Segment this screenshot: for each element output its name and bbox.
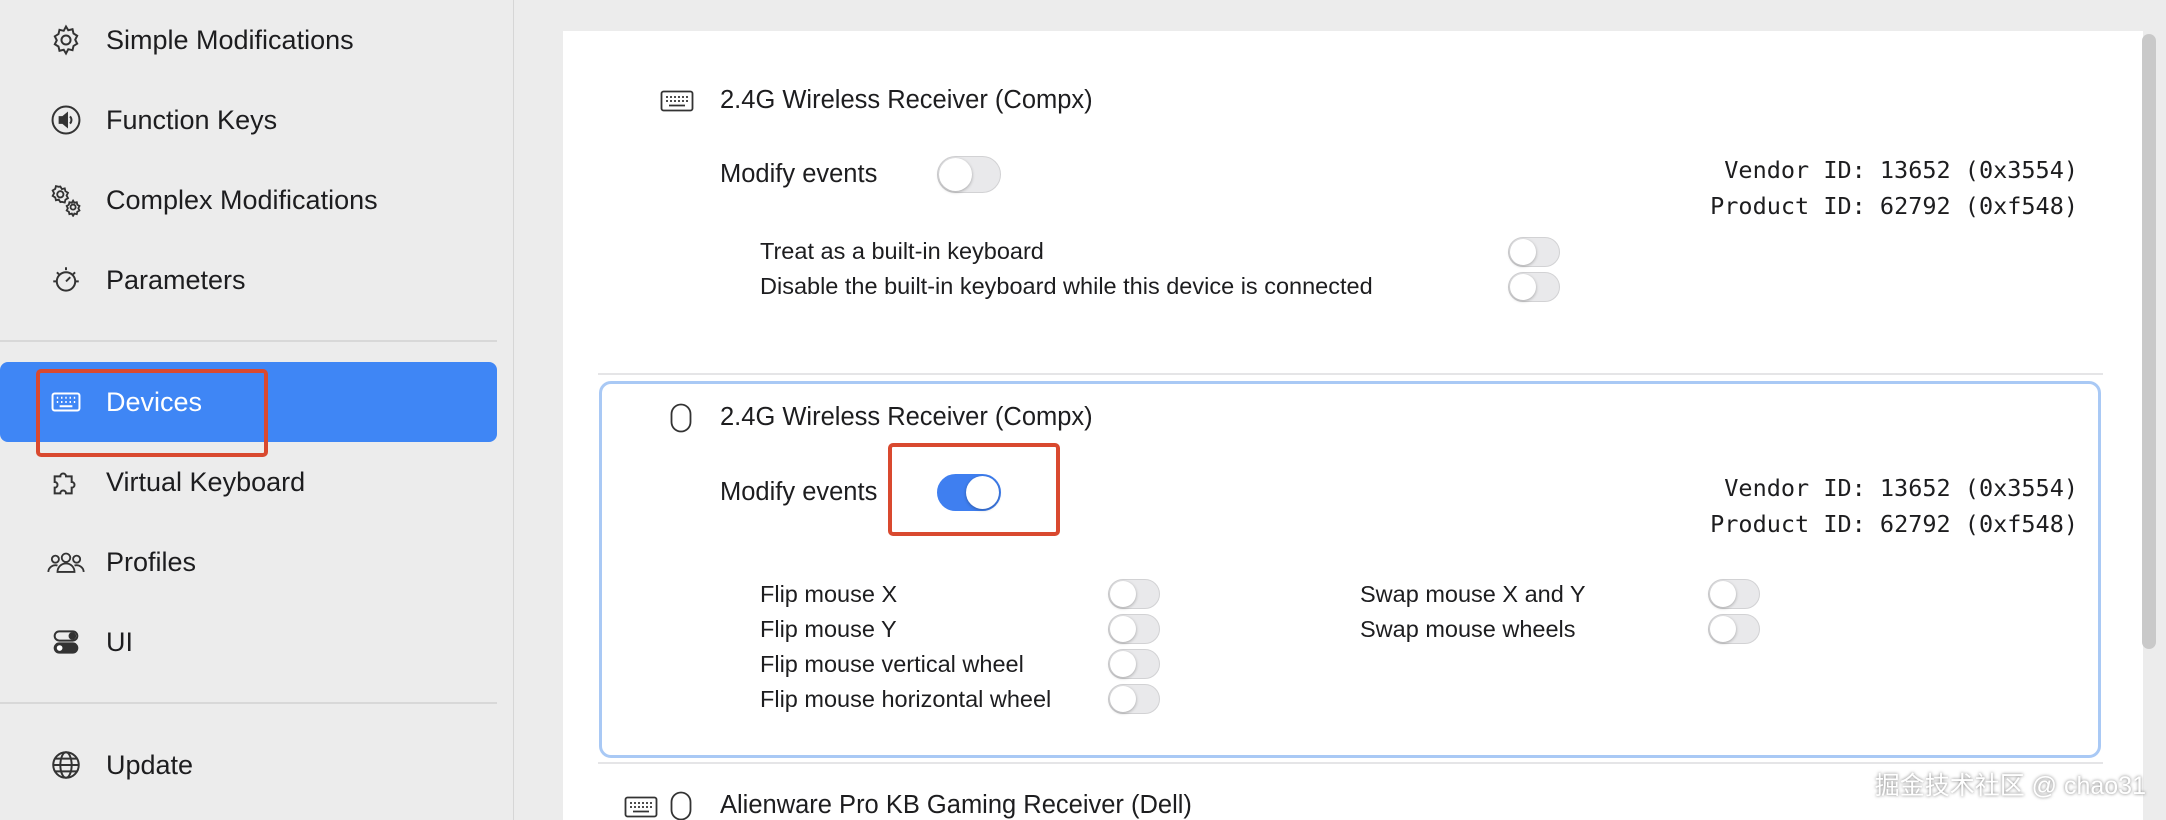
- mouse-icon: [670, 791, 692, 820]
- vendor-id: Vendor ID: 13652 (0x3554): [1724, 156, 2078, 184]
- gears-icon: [46, 180, 86, 220]
- sidebar-item-label: Function Keys: [106, 104, 278, 135]
- sidebar-item-label: Virtual Keyboard: [106, 466, 306, 497]
- modify-events-label: Modify events: [720, 160, 878, 188]
- sidebar-item-profiles[interactable]: Profiles: [0, 522, 497, 602]
- sidebar-item-label: Profiles: [106, 546, 197, 577]
- flip-mouse-y-toggle[interactable]: [1108, 614, 1160, 644]
- sidebar-item-update[interactable]: Update: [0, 725, 497, 805]
- device-name: 2.4G Wireless Receiver (Compx): [720, 86, 1093, 114]
- annotation-highlight-toggle: [888, 443, 1060, 536]
- option-label: Swap mouse X and Y: [1360, 581, 1586, 607]
- mouse-icon: [670, 403, 692, 433]
- gear-icon: [46, 20, 86, 60]
- keyboard-icon: [660, 90, 694, 112]
- option-label: Flip mouse vertical wheel: [760, 651, 1024, 677]
- device-divider: [598, 373, 2103, 375]
- sidebar-item-label: Parameters: [106, 264, 246, 295]
- device-name: Alienware Pro KB Gaming Receiver (Dell): [720, 791, 1192, 819]
- annotation-highlight-devices: [36, 369, 268, 457]
- sidebar-item-function-keys[interactable]: Function Keys: [0, 80, 497, 160]
- sidebar-item-parameters[interactable]: Parameters: [0, 240, 497, 320]
- flip-mouse-vertical-wheel-toggle[interactable]: [1108, 649, 1160, 679]
- device-name: 2.4G Wireless Receiver (Compx): [720, 403, 1093, 431]
- option-label: Flip mouse X: [760, 581, 898, 607]
- flip-mouse-horizontal-wheel-toggle[interactable]: [1108, 684, 1160, 714]
- people-icon: [46, 542, 86, 582]
- sidebar-item-label: Complex Modifications: [106, 184, 378, 215]
- scrollbar[interactable]: [2142, 34, 2156, 649]
- flip-mouse-x-toggle[interactable]: [1108, 579, 1160, 609]
- swap-mouse-wheels-toggle[interactable]: [1708, 614, 1760, 644]
- product-id: Product ID: 62792 (0xf548): [1710, 192, 2078, 220]
- disable-builtin-keyboard-toggle[interactable]: [1508, 272, 1560, 302]
- sidebar-item-ui[interactable]: UI: [0, 602, 497, 682]
- keyboard-icon: [624, 796, 658, 818]
- option-label: Treat as a built-in keyboard: [760, 238, 1044, 264]
- toggles-icon: [46, 622, 86, 662]
- sidebar-item-complex-modifications[interactable]: Complex Modifications: [0, 160, 497, 240]
- option-label: Swap mouse wheels: [1360, 616, 1576, 642]
- modify-events-toggle[interactable]: [937, 156, 1001, 193]
- sidebar-separator: [0, 340, 497, 342]
- sidebar-item-label: Simple Modifications: [106, 24, 354, 55]
- puzzle-icon: [46, 462, 86, 502]
- product-id: Product ID: 62792 (0xf548): [1710, 510, 2078, 538]
- globe-icon: [46, 745, 86, 785]
- treat-builtin-keyboard-toggle[interactable]: [1508, 237, 1560, 267]
- option-label: Disable the built-in keyboard while this…: [760, 273, 1373, 299]
- swap-mouse-xy-toggle[interactable]: [1708, 579, 1760, 609]
- sidebar-item-simple-modifications[interactable]: Simple Modifications: [0, 0, 497, 80]
- option-label: Flip mouse Y: [760, 616, 897, 642]
- modify-events-label: Modify events: [720, 478, 878, 506]
- sidebar-separator: [0, 702, 497, 704]
- gauge-icon: [46, 260, 86, 300]
- sidebar: Simple Modifications Function Keys Compl…: [0, 0, 514, 820]
- sidebar-item-label: UI: [106, 626, 133, 657]
- vendor-id: Vendor ID: 13652 (0x3554): [1724, 474, 2078, 502]
- sidebar-item-label: Update: [106, 749, 194, 780]
- device-divider: [598, 762, 2103, 764]
- speaker-icon: [46, 100, 86, 140]
- watermark: 掘金技术社区 @ chao31: [1874, 772, 2146, 800]
- option-label: Flip mouse horizontal wheel: [760, 686, 1052, 712]
